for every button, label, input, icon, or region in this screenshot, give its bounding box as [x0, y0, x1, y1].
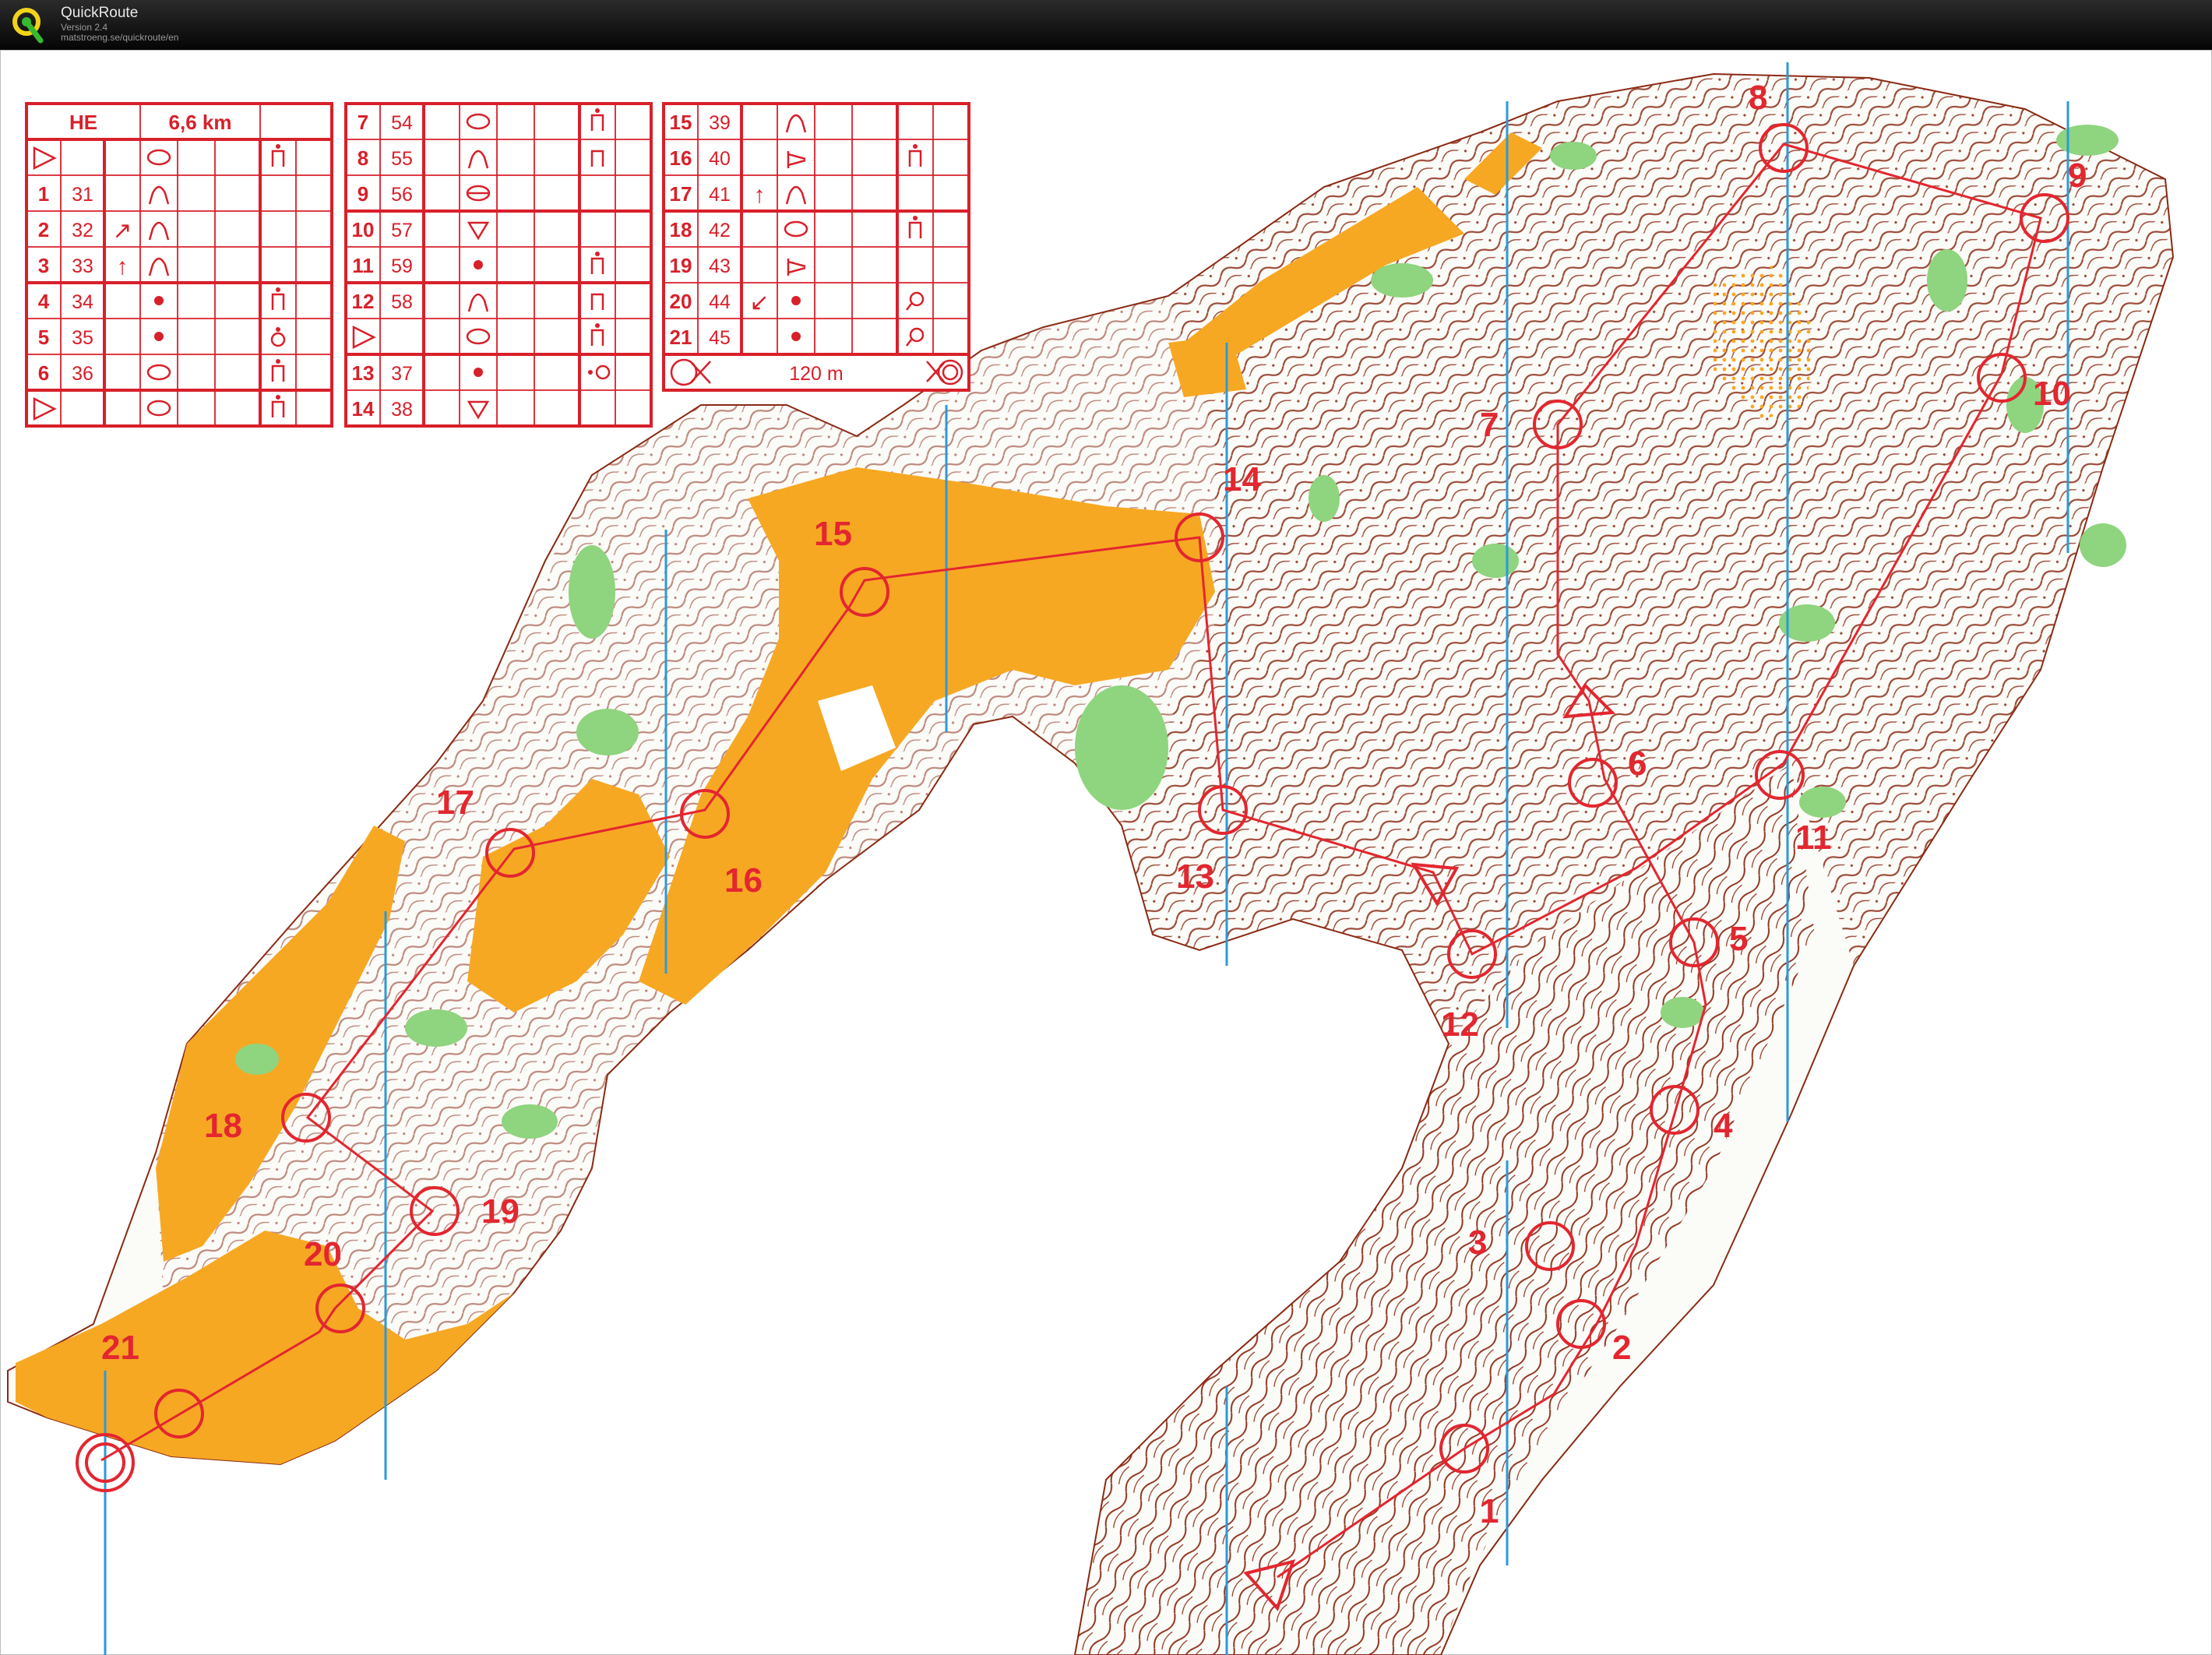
svg-text:3: 3	[38, 254, 49, 277]
svg-text:57: 57	[391, 220, 413, 241]
svg-text:↗: ↗	[112, 218, 132, 244]
svg-text:8: 8	[358, 146, 368, 170]
description-table-2: 7 8 9 10 11 12 13 14 54 55 56 57 59 58 3…	[344, 102, 653, 428]
control-label-18: 18	[204, 1107, 242, 1145]
course-length: 6,6 km	[169, 111, 232, 134]
svg-text:39: 39	[709, 112, 731, 134]
svg-text:11: 11	[352, 254, 374, 277]
svg-text:17: 17	[670, 182, 692, 206]
svg-text:↑: ↑	[754, 182, 766, 208]
control-label-1: 1	[1480, 1492, 1499, 1530]
svg-text:9: 9	[358, 182, 368, 206]
control-label-7: 7	[1480, 406, 1499, 444]
control-label-10: 10	[2033, 375, 2071, 413]
svg-text:13: 13	[352, 361, 375, 385]
svg-text:10: 10	[352, 218, 375, 241]
svg-text:45: 45	[709, 327, 731, 349]
orienteering-map[interactable]: 1 2 3 4 5 6 7 8 9 10 11 12 13 14 15 16 1…	[0, 0, 2212, 1655]
svg-text:43: 43	[709, 255, 731, 277]
control-label-19: 19	[481, 1192, 520, 1231]
control-descriptions: HE 6,6 km 1 2 3 4 5 6 31 32 33 34 35 36 …	[25, 102, 970, 428]
svg-text:35: 35	[72, 327, 93, 349]
control-label-13: 13	[1176, 857, 1214, 896]
svg-text:6: 6	[38, 361, 49, 385]
svg-text:34: 34	[72, 291, 93, 313]
svg-text:59: 59	[391, 255, 413, 277]
svg-text:16: 16	[670, 146, 692, 170]
control-label-9: 9	[2068, 157, 2087, 195]
description-table-1: HE 6,6 km 1 2 3 4 5 6 31 32 33 34 35 36 …	[25, 102, 333, 428]
svg-text:41: 41	[709, 184, 731, 206]
control-label-3: 3	[1468, 1224, 1487, 1262]
svg-text:56: 56	[391, 184, 413, 206]
svg-text:33: 33	[72, 255, 93, 277]
svg-text:38: 38	[391, 399, 413, 421]
control-label-14: 14	[1223, 460, 1261, 498]
svg-text:19: 19	[670, 254, 692, 277]
control-label-20: 20	[304, 1235, 342, 1273]
finish-distance: 120 m	[789, 363, 843, 385]
svg-text:12: 12	[352, 290, 375, 313]
svg-text:↙: ↙	[749, 290, 769, 315]
svg-text:2: 2	[38, 218, 49, 241]
svg-text:↑: ↑	[117, 254, 129, 280]
description-table-3: 15 16 17 18 19 20 21 39 40 41 42 43 44 4…	[662, 102, 970, 392]
svg-text:37: 37	[391, 363, 413, 385]
svg-text:21: 21	[670, 326, 692, 349]
control-label-12: 12	[1441, 1005, 1479, 1044]
svg-text:5: 5	[38, 326, 49, 349]
control-label-5: 5	[1729, 920, 1748, 958]
svg-text:4: 4	[38, 290, 50, 313]
svg-text:40: 40	[709, 148, 731, 170]
svg-text:44: 44	[709, 291, 731, 313]
control-label-17: 17	[436, 783, 474, 822]
svg-text:42: 42	[709, 220, 731, 241]
control-label-11: 11	[1795, 819, 1832, 857]
svg-text:31: 31	[72, 184, 93, 206]
control-label-8: 8	[1749, 79, 1767, 117]
svg-text:1: 1	[38, 182, 49, 206]
svg-text:20: 20	[670, 290, 692, 313]
control-label-2: 2	[1612, 1329, 1631, 1367]
control-label-15: 15	[814, 515, 852, 553]
control-label-6: 6	[1628, 745, 1647, 783]
svg-text:18: 18	[670, 218, 692, 241]
svg-text:54: 54	[391, 112, 413, 134]
svg-text:15: 15	[670, 111, 692, 134]
svg-text:55: 55	[391, 148, 413, 170]
control-label-4: 4	[1714, 1107, 1733, 1145]
svg-text:58: 58	[391, 291, 413, 313]
svg-text:32: 32	[72, 220, 93, 241]
svg-text:14: 14	[352, 397, 375, 421]
control-label-16: 16	[724, 861, 763, 900]
svg-text:36: 36	[72, 363, 93, 385]
course-name: HE	[69, 111, 97, 134]
control-label-21: 21	[101, 1329, 139, 1367]
svg-text:7: 7	[358, 111, 368, 134]
